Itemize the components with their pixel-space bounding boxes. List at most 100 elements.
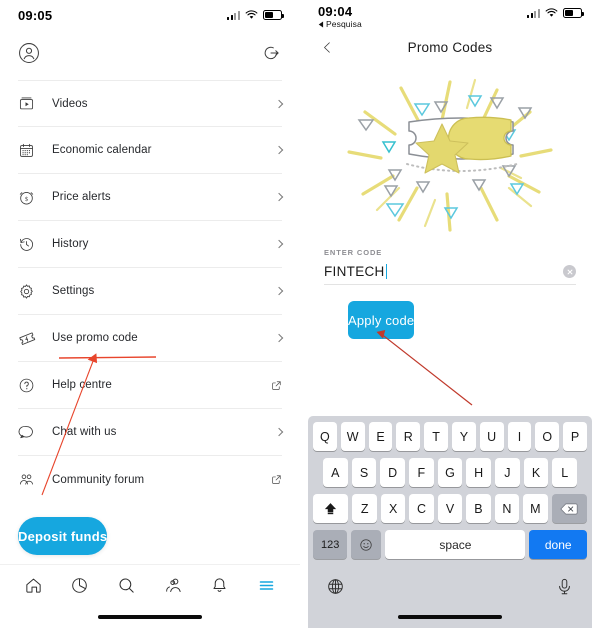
ticket-icon: [18, 329, 52, 347]
bottom-tab-bar: [0, 564, 300, 606]
deposit-funds-button[interactable]: Deposit funds: [18, 517, 108, 555]
cellular-signal-icon: [526, 8, 540, 18]
menu-item-label: Help centre: [52, 379, 112, 391]
key-l[interactable]: L: [552, 458, 578, 487]
right-status-bar: 09:04 Pesquisa: [300, 0, 600, 30]
text-cursor: [385, 264, 388, 279]
space-key[interactable]: space: [385, 530, 526, 559]
key-z[interactable]: Z: [352, 494, 377, 523]
microphone-icon[interactable]: [555, 577, 574, 601]
key-p[interactable]: P: [563, 422, 587, 451]
key-d[interactable]: D: [380, 458, 405, 487]
key-y[interactable]: Y: [452, 422, 476, 451]
battery-icon: [263, 10, 284, 20]
key-f[interactable]: F: [409, 458, 434, 487]
key-t[interactable]: T: [424, 422, 448, 451]
promo-ticket-star-illustration: [300, 64, 600, 244]
menu-item-help-centre[interactable]: Help centre: [18, 362, 282, 409]
clear-circle-icon[interactable]: [563, 265, 576, 278]
key-j[interactable]: J: [495, 458, 520, 487]
left-status-time: 09:05: [18, 7, 53, 23]
tab-people[interactable]: [156, 571, 190, 601]
apply-code-button[interactable]: Apply code: [348, 301, 415, 339]
menu-item-label: Price alerts: [52, 191, 111, 203]
key-o[interactable]: O: [535, 422, 560, 451]
menu-item-chat-with-us[interactable]: Chat with us: [18, 409, 284, 456]
gear-icon: [18, 283, 52, 300]
menu-item-label: Settings: [52, 285, 95, 297]
left-phone-screen: 09:05 Videos Economic calendar $ Price a…: [0, 0, 300, 628]
right-phone-screen: 09:04 Pesquisa Promo Codes ENTER CODE FI…: [300, 0, 600, 628]
wifi-icon: [245, 10, 258, 19]
key-r[interactable]: R: [396, 422, 421, 451]
key-m[interactable]: M: [523, 494, 548, 523]
shift-up-icon[interactable]: [313, 494, 349, 523]
menu-item-use-promo-code[interactable]: Use promo code: [18, 315, 284, 362]
key-b[interactable]: B: [466, 494, 491, 523]
nav-bar: Promo Codes: [300, 30, 600, 64]
left-status-bar: 09:05: [0, 0, 300, 30]
done-key[interactable]: done: [529, 530, 587, 559]
backspace-delete-icon[interactable]: [551, 494, 587, 523]
menu-item-videos[interactable]: Videos: [18, 80, 284, 127]
enter-code-label: ENTER CODE: [324, 248, 383, 257]
menu-item-label: Videos: [52, 97, 88, 110]
key-x[interactable]: X: [380, 494, 406, 523]
keyboard-row-3: Z X C V B N M: [310, 494, 590, 523]
menu-item-community-forum[interactable]: Community forum: [18, 456, 282, 503]
key-q[interactable]: Q: [313, 422, 337, 451]
screenshot-stage: 09:05 Videos Economic calendar $ Price a…: [0, 0, 600, 628]
menu-item-label: Chat with us: [52, 426, 117, 438]
key-u[interactable]: U: [479, 422, 504, 451]
key-s[interactable]: S: [351, 458, 377, 487]
svg-text:$: $: [25, 195, 28, 202]
chevron-right-icon: [266, 286, 284, 296]
chevron-right-icon: [266, 333, 284, 343]
cellular-signal-icon: [226, 10, 240, 20]
key-w[interactable]: W: [340, 422, 365, 451]
calendar-icon: [18, 142, 52, 159]
menu-item-economic-calendar[interactable]: Economic calendar: [18, 127, 284, 174]
key-a[interactable]: A: [322, 458, 348, 487]
account-avatar-icon[interactable]: [18, 42, 40, 69]
left-status-indicators: [226, 10, 284, 20]
key-e[interactable]: E: [368, 422, 393, 451]
back-app-name: Pesquisa: [326, 19, 362, 29]
key-h[interactable]: H: [466, 458, 492, 487]
right-status-left: 09:04 Pesquisa: [318, 5, 362, 29]
tab-search[interactable]: [110, 571, 144, 601]
menu-item-label: History: [52, 238, 89, 250]
key-i[interactable]: I: [507, 422, 532, 451]
numbers-key[interactable]: 123: [313, 530, 348, 559]
back-to-app-label[interactable]: Pesquisa: [318, 20, 362, 29]
tab-home[interactable]: [16, 571, 50, 601]
menu-item-price-alerts[interactable]: $ Price alerts: [18, 174, 284, 221]
tab-menu-hamburger[interactable]: [250, 571, 284, 601]
promo-code-input[interactable]: FINTECH: [324, 264, 563, 279]
battery-icon: [563, 8, 584, 18]
key-c[interactable]: C: [409, 494, 434, 523]
keyboard-bottom-row: [310, 566, 590, 606]
chevron-right-icon: [266, 239, 284, 249]
menu-item-history[interactable]: History: [18, 221, 284, 268]
chevron-left-icon[interactable]: [316, 36, 338, 58]
menu-item-label: Economic calendar: [52, 144, 152, 156]
emoji-smiley-icon[interactable]: [351, 530, 382, 559]
key-g[interactable]: G: [437, 458, 463, 487]
keyboard-row-4: 123 space done: [310, 530, 590, 559]
onscreen-keyboard: Q W E R T Y U I O P A S D F G H J K L Z …: [308, 416, 592, 628]
key-k[interactable]: K: [523, 458, 549, 487]
promo-code-form: ENTER CODE FINTECH Apply code: [300, 248, 600, 339]
key-n[interactable]: N: [494, 494, 520, 523]
external-link-icon: [266, 380, 282, 391]
menu-item-label: Use promo code: [52, 332, 138, 344]
tab-portfolio-pie-chart[interactable]: [63, 571, 97, 601]
wifi-icon: [545, 8, 558, 17]
logout-icon[interactable]: [260, 42, 282, 69]
enter-code-field-row[interactable]: FINTECH: [324, 259, 576, 285]
menu-item-settings[interactable]: Settings: [18, 268, 284, 315]
tab-notifications-bell[interactable]: [203, 571, 237, 601]
globe-language-icon[interactable]: [326, 577, 345, 601]
key-v[interactable]: V: [437, 494, 463, 523]
side-menu-list: Videos Economic calendar $ Price alerts …: [0, 80, 300, 503]
